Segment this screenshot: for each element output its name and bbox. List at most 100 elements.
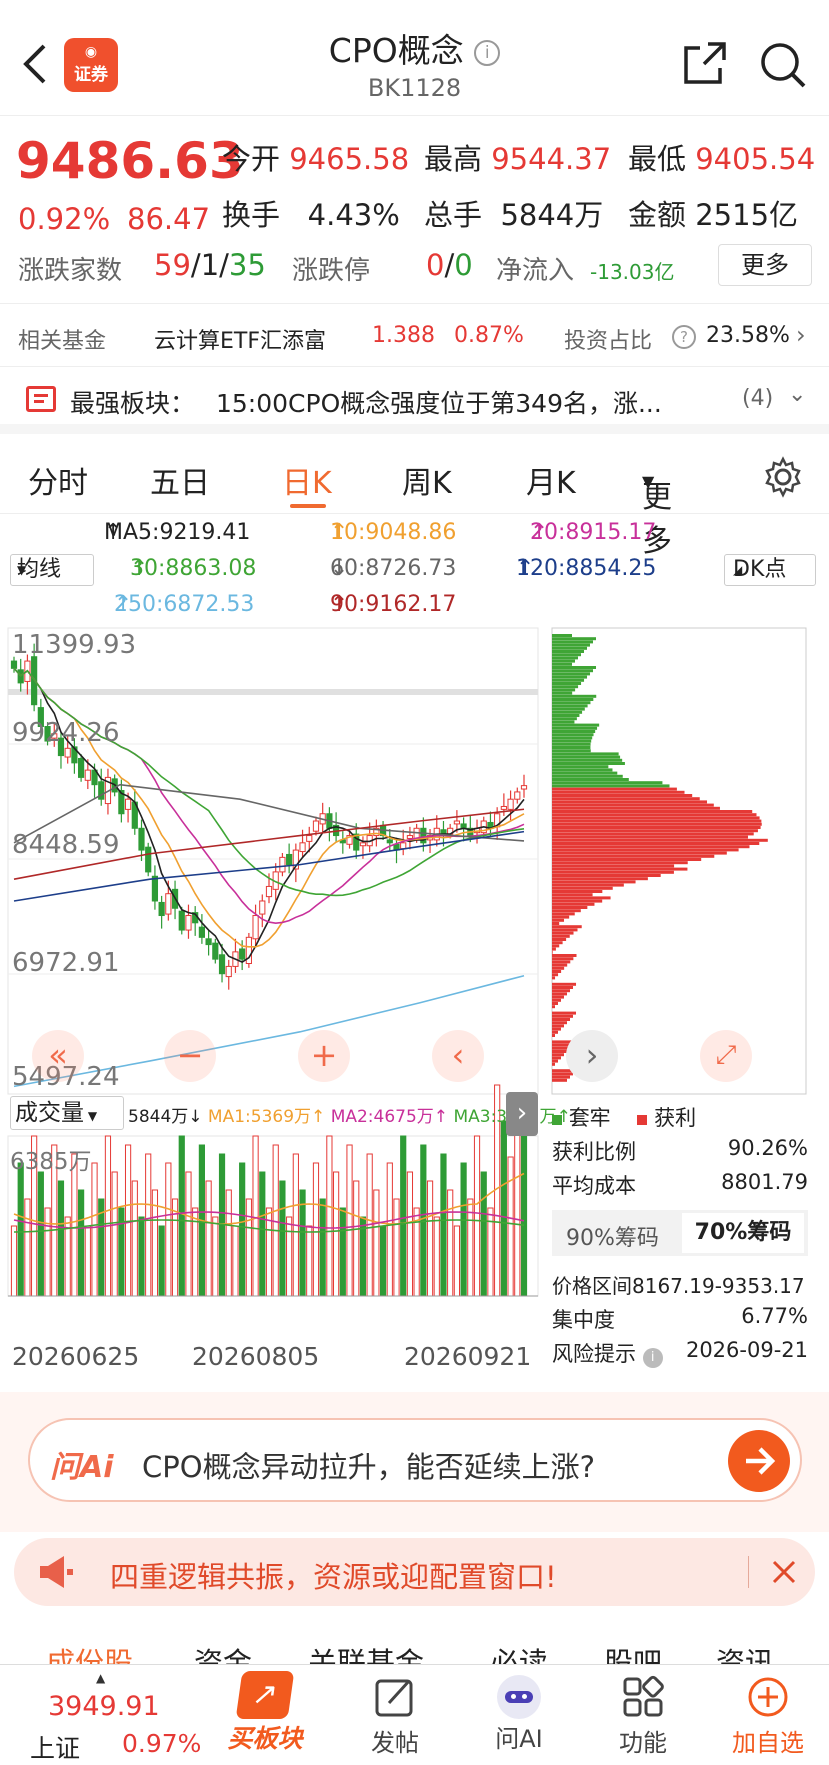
ratio-value: 23.58% bbox=[706, 323, 790, 348]
volume-bar bbox=[327, 1136, 332, 1296]
volume-legend: 5844万↓ MA1:5369万↑ MA2:4675万↑ MA3:3941万↑ bbox=[128, 1102, 571, 1127]
ask-ai-button[interactable]: 问AI bbox=[476, 1675, 562, 1754]
tab-related-funds[interactable]: 关联基金 bbox=[308, 1640, 424, 1664]
chevron-right-icon: › bbox=[796, 321, 806, 349]
ma-selector[interactable]: 均线 ▼ bbox=[10, 554, 94, 586]
rewind-button[interactable]: « bbox=[32, 1030, 84, 1082]
volume-bar bbox=[105, 1136, 110, 1296]
chip-bar bbox=[552, 714, 579, 717]
search-button[interactable] bbox=[758, 40, 808, 90]
quote-panel: 9486.63 0.92% 86.47 今开 9465.58 最高 9544.3… bbox=[0, 116, 829, 304]
strongest-board-row[interactable]: 最强板块： 15:00CPO概念强度位于第349名，涨... (4) ⌄ bbox=[0, 368, 829, 434]
candle-body bbox=[454, 821, 459, 824]
chip-bar bbox=[552, 1002, 558, 1005]
chip-bar bbox=[552, 916, 569, 919]
volume-bar bbox=[401, 1136, 406, 1296]
current-price: 9486.63 bbox=[16, 132, 244, 190]
info-icon[interactable]: i bbox=[474, 40, 500, 66]
tab-funds[interactable]: 资金 bbox=[194, 1640, 252, 1664]
tab-news[interactable]: 资讯 bbox=[716, 1640, 774, 1664]
question-icon[interactable]: ? bbox=[672, 325, 696, 349]
news-banner[interactable]: 四重逻辑共振，资源或迎配置窗口! bbox=[14, 1538, 815, 1606]
tab-chip-70[interactable]: 70%筹码 bbox=[682, 1213, 804, 1253]
tab-monthly-k[interactable]: 月K bbox=[526, 458, 576, 502]
change-value: 86.47 bbox=[127, 202, 210, 236]
chip-bar bbox=[552, 935, 570, 938]
chip-bar bbox=[552, 637, 596, 640]
zoom-in-button[interactable]: + bbox=[298, 1030, 350, 1082]
news-text: 四重逻辑共振，资源或迎配置窗口! bbox=[110, 1554, 557, 1596]
chip-bar bbox=[552, 679, 584, 682]
volume-bar bbox=[441, 1154, 446, 1296]
chip-bar bbox=[552, 928, 578, 931]
volume-bar bbox=[79, 1190, 84, 1296]
candle-body bbox=[266, 886, 271, 896]
chip-bar bbox=[552, 983, 576, 986]
post-button[interactable]: 发帖 bbox=[352, 1675, 438, 1758]
ai-question-box[interactable]: 问Ai CPO概念异动拉升，能否延续上涨? bbox=[28, 1418, 802, 1502]
more-button[interactable]: 更多 bbox=[718, 244, 812, 286]
share-button[interactable] bbox=[680, 40, 728, 88]
volume-bar bbox=[45, 1208, 50, 1296]
index-pct: 0.97% bbox=[122, 1729, 201, 1758]
limit-count[interactable]: 0/0 bbox=[426, 248, 473, 282]
inflow-label: 净流入 bbox=[496, 250, 574, 287]
plus-circle-icon bbox=[746, 1675, 790, 1719]
chip-bar bbox=[552, 877, 648, 880]
settings-button[interactable] bbox=[762, 456, 804, 498]
chip-bar bbox=[552, 1076, 570, 1079]
prev-button[interactable]: ‹ bbox=[432, 1030, 484, 1082]
volume-bar bbox=[427, 1181, 432, 1296]
candle-body bbox=[213, 943, 218, 959]
close-button[interactable] bbox=[762, 1550, 806, 1594]
chip-bar bbox=[552, 839, 768, 842]
tab-five-day[interactable]: 五日 bbox=[150, 458, 210, 502]
candle-body bbox=[146, 847, 151, 872]
candle-body bbox=[11, 661, 16, 668]
chip-bar bbox=[552, 932, 574, 935]
tab-intraday[interactable]: 分时 bbox=[28, 458, 88, 502]
tab-chip-90[interactable]: 90%筹码 bbox=[566, 1220, 659, 1252]
volume-bar bbox=[92, 1163, 97, 1296]
chip-bar bbox=[552, 960, 570, 963]
dk-selector[interactable]: DK点 ◢ bbox=[724, 554, 816, 586]
updown-label: 涨跌家数 bbox=[18, 250, 122, 287]
chip-bar bbox=[552, 768, 612, 771]
tab-must-read[interactable]: 必读 bbox=[490, 1640, 548, 1664]
candle-body bbox=[287, 854, 292, 864]
buy-board-button[interactable]: ↗ 买板块 bbox=[222, 1671, 308, 1757]
turnover-stat: 换手 4.43% bbox=[222, 192, 400, 234]
tab-forum[interactable]: 股吧 bbox=[604, 1640, 662, 1664]
risk-row[interactable]: 风险提示 i 2026-09-21 bbox=[552, 1338, 808, 1368]
volume-selector[interactable]: 成交量 ▼ bbox=[10, 1096, 124, 1130]
next-button[interactable]: › bbox=[566, 1030, 618, 1082]
chip-bar bbox=[552, 1024, 564, 1027]
volume-bar bbox=[380, 1226, 385, 1296]
chip-bar bbox=[552, 909, 581, 912]
tab-daily-k[interactable]: 日K bbox=[282, 458, 332, 502]
ai-go-button[interactable] bbox=[728, 1430, 790, 1492]
amount-stat: 金额 2515亿 bbox=[628, 192, 798, 234]
tab-weekly-k[interactable]: 周K bbox=[402, 458, 452, 502]
add-watchlist-button[interactable]: 加自选 bbox=[720, 1675, 816, 1758]
chip-bar bbox=[552, 893, 593, 896]
tab-constituents[interactable]: 成份股 bbox=[46, 1640, 133, 1664]
updown-count[interactable]: 59/1/35 bbox=[154, 248, 266, 282]
zoom-out-button[interactable]: − bbox=[164, 1030, 216, 1082]
chip-bar bbox=[552, 1005, 555, 1008]
related-fund-row[interactable]: 相关基金 云计算ETF汇添富 1.388 0.87% 投资占比 ? 23.58%… bbox=[0, 305, 829, 367]
chip-bar bbox=[552, 925, 582, 928]
candle-body bbox=[307, 836, 312, 842]
chip-bar bbox=[552, 1056, 561, 1059]
sub-tabs: 成份股 资金 关联基金 必读 股吧 资讯 bbox=[0, 1612, 829, 1664]
chip-bar bbox=[552, 810, 752, 813]
chip-bar bbox=[552, 685, 578, 688]
function-button[interactable]: 功能 bbox=[600, 1675, 686, 1758]
expand-button[interactable]: ⤢ bbox=[700, 1030, 752, 1082]
bottom-bar: ▲ 3949.91 上证 0.97% ↗ 买板块 发帖 问AI 功能 加自选 bbox=[0, 1664, 829, 1756]
chip-bar bbox=[552, 727, 597, 730]
chip-bar bbox=[552, 832, 754, 835]
chip-bar bbox=[552, 688, 575, 691]
inflow-value: -13.03亿 bbox=[590, 256, 674, 285]
volume-expand-button[interactable]: › bbox=[506, 1092, 538, 1136]
